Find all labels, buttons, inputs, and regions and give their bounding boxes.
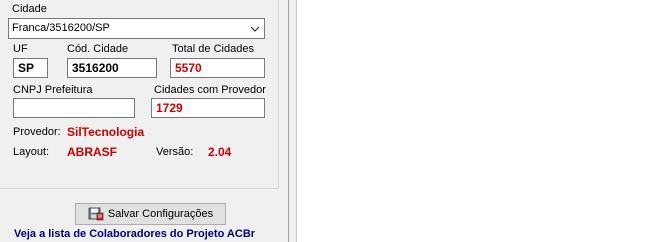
save-settings-label: Salvar Configurações: [107, 208, 214, 220]
splitter[interactable]: [289, 0, 296, 242]
cod-cidade-label: Cód. Cidade: [67, 43, 129, 55]
versao-value: 2.04: [208, 145, 232, 159]
settings-panel: Cidade Franca/3516200/SP UF SP Cód. Cida…: [0, 0, 288, 242]
layout-value: ABRASF: [67, 145, 117, 159]
cidade-select[interactable]: Franca/3516200/SP: [8, 18, 265, 39]
versao-label: Versão:: [156, 146, 194, 158]
layout-label: Layout:: [13, 146, 50, 158]
uf-value: SP: [18, 61, 35, 75]
save-settings-icon: [88, 207, 104, 221]
uf-field[interactable]: SP: [13, 58, 48, 78]
provedor-value: SilTecnologia: [67, 125, 145, 139]
chevron-down-icon[interactable]: [250, 24, 260, 34]
cnpj-field[interactable]: [13, 98, 135, 118]
uf-label: UF: [13, 43, 28, 55]
cnpj-label: CNPJ Prefeitura: [13, 84, 93, 96]
total-cidades-value: 5570: [175, 61, 202, 75]
total-cidades-label: Total de Cidades: [172, 43, 254, 55]
cidades-provedor-value: 1729: [156, 101, 183, 115]
provedor-label: Provedor:: [13, 126, 61, 138]
splitter-edge-right: [296, 0, 297, 242]
cidades-provedor-field[interactable]: 1729: [151, 98, 265, 118]
total-cidades-field[interactable]: 5570: [170, 58, 265, 78]
cod-cidade-field[interactable]: 3516200: [67, 58, 157, 78]
collaborators-link[interactable]: Veja a lista de Colaboradores do Projeto…: [14, 228, 255, 240]
save-settings-button[interactable]: Salvar Configurações: [75, 203, 226, 225]
cidades-provedor-label: Cidades com Provedor: [154, 84, 266, 96]
cidade-select-value: Franca/3516200/SP: [12, 22, 110, 34]
cidade-label: Cidade: [12, 3, 47, 15]
cod-cidade-value: 3516200: [72, 61, 119, 75]
